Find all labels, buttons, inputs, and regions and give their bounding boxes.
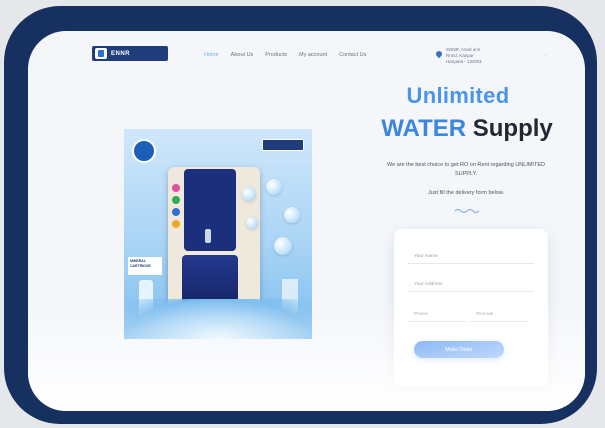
hero-title-supply: Supply	[472, 115, 553, 142]
make-order-button[interactable]: Make Order	[414, 341, 504, 358]
nav-item-my-account[interactable]: My account	[299, 52, 327, 58]
brand-logo[interactable]: ENNR	[92, 46, 168, 61]
main-navigation: Home About Us Products My account Contac…	[204, 52, 366, 58]
order-form: Your Name Your Address Phone Pincode Mak…	[394, 229, 548, 387]
product-brand-tag	[262, 139, 304, 151]
brand-logo-icon	[95, 48, 107, 59]
wave-divider-icon	[454, 209, 480, 213]
hero-title-line-2: WATER Supply	[348, 115, 585, 143]
brand-logo-text: ENNR	[111, 50, 131, 57]
location-pin-icon	[434, 49, 444, 59]
browser-screen: ENNR Home About Us Products My account C…	[28, 31, 585, 411]
hero-title-water: WATER	[381, 115, 467, 142]
name-input[interactable]: Your Name	[408, 249, 534, 264]
nav-item-home[interactable]: Home	[204, 52, 219, 58]
product-image: MINERAL CARTRIDGE	[124, 129, 312, 339]
hero-note: Just fill the delivery form below.	[427, 190, 505, 196]
feature-bubble	[242, 187, 256, 201]
address-input[interactable]: Your Address	[408, 277, 534, 292]
device-frame: ENNR Home About Us Products My account C…	[4, 6, 597, 424]
product-brand-emblem	[132, 139, 156, 163]
hero-title-line-1: Unlimited	[406, 83, 510, 108]
nav-item-contact-us[interactable]: Contact Us	[339, 52, 366, 58]
pincode-input[interactable]: Pincode	[470, 307, 528, 322]
phone-input[interactable]: Phone	[408, 307, 466, 322]
purifier-tap	[205, 229, 211, 243]
water-splash	[124, 299, 312, 339]
nav-item-about-us[interactable]: About Us	[231, 52, 254, 58]
address-line-3: Haryana - 132001	[446, 59, 483, 64]
header-extra: ···	[542, 53, 547, 58]
feature-bubble	[266, 179, 282, 195]
header-address: SNNR, Annd unn Rnnd, Kanpur Haryana - 13…	[434, 47, 536, 65]
nav-item-products[interactable]: Products	[265, 52, 287, 58]
feature-bubble	[284, 207, 300, 223]
purifier-indicators	[172, 184, 182, 232]
mineral-badge: MINERAL CARTRIDGE	[128, 257, 162, 275]
feature-bubble	[246, 217, 258, 229]
hero-description: We are the best choice to get RO on Rent…	[387, 162, 545, 177]
feature-bubble	[274, 237, 292, 255]
